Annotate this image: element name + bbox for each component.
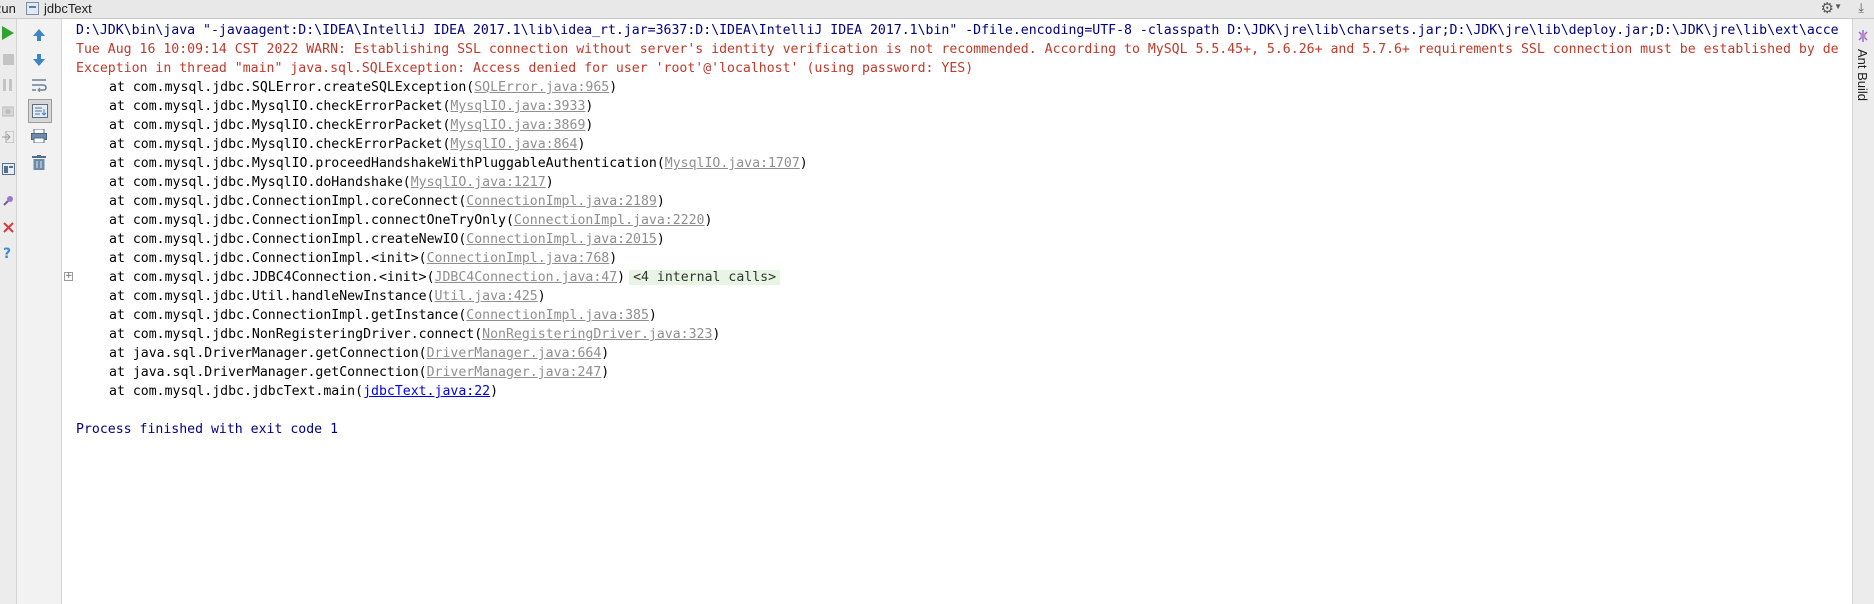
frame-method: at com.mysql.jdbc.ConnectionImpl.connect… [109,213,514,228]
help-button[interactable]: ? [0,245,16,261]
pause-icon [3,79,12,91]
frame-source-link[interactable]: Util.java:425 [435,289,538,304]
frame-method: at java.sql.DriverManager.getConnection( [109,365,427,380]
exit-button[interactable] [0,129,16,145]
console-output[interactable]: D:\JDK\bin\java "-javaagent:D:\IDEA\Inte… [62,19,1852,604]
svg-text:?: ? [3,246,11,260]
frame-method: at com.mysql.jdbc.ConnectionImpl.coreCon… [109,194,467,209]
run-tool-window-header: Run jdbcText ⚙ ▼ ⤓ [0,0,1874,19]
layout-button[interactable] [0,161,16,177]
run-config-icon [26,2,39,15]
close-button[interactable] [0,219,16,235]
frame-source-link[interactable]: ConnectionImpl.java:385 [466,308,649,323]
frame-method: at com.mysql.jdbc.jdbcText.main( [109,384,364,399]
rerun-button[interactable] [0,25,16,41]
soft-wrap-icon [32,79,47,92]
frame-close: ) [585,118,594,133]
frame-close: ) [656,232,665,247]
frame-source-link[interactable]: SQLError.java:965 [474,80,609,95]
pin-icon [3,196,13,206]
frame-close: ) [585,99,594,114]
frame-close: ) [609,251,618,266]
run-tool-window-title: Run [0,1,16,16]
frame-method: at com.mysql.jdbc.SQLError.createSQLExce… [109,80,475,95]
dump-threads-button[interactable] [0,103,16,119]
scroll-to-end-button[interactable] [28,99,52,123]
exit-line: Process finished with exit code 1 [76,422,339,437]
folded-internal-calls[interactable]: <4 internal calls> [629,270,781,285]
down-stack-icon [33,54,45,66]
fold-expand-icon[interactable]: + [64,272,73,281]
stop-button[interactable] [0,51,16,67]
frame-close: ) [799,156,808,171]
ant-build-tab[interactable]: Ant Build [1855,49,1870,101]
frame-close: ) [545,175,554,190]
clear-all-button[interactable] [28,151,50,173]
stack-frame: at com.mysql.jdbc.jdbcText.main(jdbcText… [76,380,498,403]
pin-button[interactable] [0,193,16,209]
frame-source-link[interactable]: MysqlIO.java:3869 [450,118,585,133]
pause-button[interactable] [0,77,16,93]
frame-source-link[interactable]: MysqlIO.java:1217 [411,175,546,190]
frame-close: ) [601,346,610,361]
close-icon [2,221,14,233]
frame-close: ) [537,289,546,304]
console-actions-toolbar [17,19,62,604]
hide-icon[interactable]: ⤓ [1858,0,1864,16]
rerun-icon [2,26,14,40]
frame-close: ) [704,213,713,228]
frame-source-link[interactable]: jdbcText.java:22 [363,384,490,399]
frame-source-link[interactable]: DriverManager.java:247 [427,365,602,380]
frame-source-link[interactable]: MysqlIO.java:1707 [665,156,800,171]
frame-method: at com.mysql.jdbc.MysqlIO.checkErrorPack… [109,118,451,133]
frame-close: ) [490,384,499,399]
frame-close: ) [712,327,721,342]
frame-method: at com.mysql.jdbc.MysqlIO.checkErrorPack… [109,99,451,114]
down-stack-button[interactable] [28,49,50,71]
print-icon [31,129,47,143]
frame-method: at com.mysql.jdbc.NonRegisteringDriver.c… [109,327,483,342]
chevron-down-icon[interactable]: ▼ [1834,2,1842,11]
layout-icon [1,163,15,175]
frame-source-link[interactable]: ConnectionImpl.java:768 [427,251,610,266]
ant-icon [1858,30,1868,42]
frame-method: at com.mysql.jdbc.JDBC4Connection.<init>… [109,270,435,285]
frame-close: ) [617,270,626,285]
frame-source-link[interactable]: NonRegisteringDriver.java:323 [482,327,712,342]
frame-close: ) [601,365,610,380]
frame-source-link[interactable]: ConnectionImpl.java:2189 [466,194,657,209]
frame-method: at com.mysql.jdbc.ConnectionImpl.getInst… [109,308,467,323]
soft-wrap-button[interactable] [28,74,50,96]
frame-source-link[interactable]: MysqlIO.java:864 [450,137,577,152]
up-stack-icon [33,29,45,41]
frame-method: at com.mysql.jdbc.MysqlIO.doHandshake( [109,175,411,190]
frame-method: at com.mysql.jdbc.ConnectionImpl.<init>( [109,251,427,266]
up-stack-button[interactable] [28,24,50,46]
gear-icon[interactable]: ⚙ [1821,0,1834,17]
frame-method: at com.mysql.jdbc.ConnectionImpl.createN… [109,232,467,247]
frame-close: ) [577,137,586,152]
exit-icon [2,131,14,143]
frame-method: at com.mysql.jdbc.MysqlIO.proceedHandsha… [109,156,665,171]
frame-method: at java.sql.DriverManager.getConnection( [109,346,427,361]
print-button[interactable] [28,125,50,147]
dump-threads-icon [2,106,14,117]
stop-icon [2,53,14,65]
frame-close: ) [609,80,618,95]
frame-source-link[interactable]: DriverManager.java:664 [427,346,602,361]
run-actions-toolbar: ? [0,19,17,604]
frame-source-link[interactable]: MysqlIO.java:3933 [450,99,585,114]
frame-method: at com.mysql.jdbc.MysqlIO.checkErrorPack… [109,137,451,152]
right-tool-strip: Ant Build [1852,19,1874,604]
frame-close: ) [656,194,665,209]
frame-source-link[interactable]: JDBC4Connection.java:47 [435,270,618,285]
scroll-to-end-icon [32,104,48,118]
tab-run-config[interactable]: jdbcText [44,0,92,18]
frame-source-link[interactable]: ConnectionImpl.java:2015 [466,232,657,247]
trash-icon [32,154,46,170]
frame-close: ) [648,308,657,323]
frame-source-link[interactable]: ConnectionImpl.java:2220 [514,213,705,228]
help-icon: ? [3,246,11,260]
frame-method: at com.mysql.jdbc.Util.handleNewInstance… [109,289,435,304]
